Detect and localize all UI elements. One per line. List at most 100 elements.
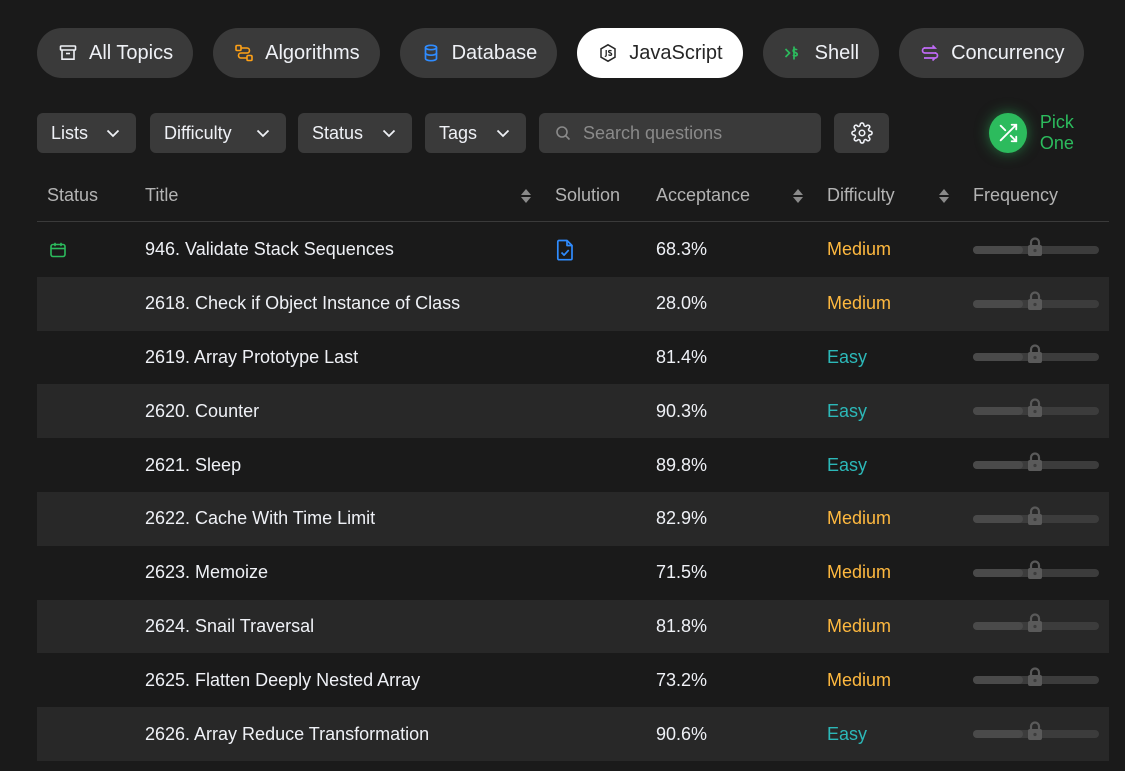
acceptance-rate: 90.3% <box>656 400 708 421</box>
search-input[interactable] <box>583 122 803 144</box>
topic-label: Algorithms <box>265 41 360 64</box>
frequency-cell <box>973 223 1099 277</box>
status-cell <box>49 223 67 277</box>
column-acceptance[interactable]: Acceptance <box>656 169 750 222</box>
problem-table: 946. Validate Stack Sequences 68.3% Medium… <box>37 223 1109 761</box>
lock-icon[interactable] <box>1024 451 1046 473</box>
problem-title-link[interactable]: 2626. Array Reduce Transformation <box>145 707 429 761</box>
column-solution: Solution <box>555 185 621 205</box>
table-row[interactable]: 2624. Snail Traversal 81.8% Medium <box>37 599 1109 654</box>
topic-shell[interactable]: Shell <box>762 28 880 78</box>
sort-icon[interactable] <box>520 188 532 204</box>
frequency-fill <box>973 299 1024 308</box>
frequency-fill <box>973 461 1024 470</box>
filter-toolbar: Lists Difficulty Status Tags Pick One <box>37 112 1109 153</box>
table-row[interactable]: 2620. Counter 90.3% Easy <box>37 384 1109 439</box>
acceptance-rate: 90.6% <box>656 723 708 744</box>
sort-icon[interactable] <box>792 188 804 204</box>
frequency-cell <box>973 546 1099 600</box>
lists-dropdown[interactable]: Lists <box>37 113 136 153</box>
difficulty-label: Easy <box>827 400 868 421</box>
column-title[interactable]: Title <box>145 169 178 222</box>
lock-icon[interactable] <box>1024 720 1046 742</box>
lock-icon[interactable] <box>1024 236 1046 258</box>
acceptance-rate: 68.3% <box>656 239 708 260</box>
lock-icon[interactable] <box>1024 290 1046 312</box>
lock-icon[interactable] <box>1024 612 1046 634</box>
frequency-fill <box>973 353 1024 362</box>
pick-one-button[interactable]: Pick One <box>989 112 1109 153</box>
table-row[interactable]: 2618. Check if Object Instance of Class 2… <box>37 276 1109 331</box>
topic-algorithms[interactable]: Algorithms <box>213 28 380 78</box>
table-row[interactable]: 2622. Cache With Time Limit 82.9% Medium <box>37 491 1109 546</box>
topic-concurrency[interactable]: Concurrency <box>899 28 1085 78</box>
frequency-bar <box>973 613 1099 633</box>
difficulty-dropdown[interactable]: Difficulty <box>150 113 286 153</box>
column-difficulty[interactable]: Difficulty <box>827 169 895 222</box>
table-row[interactable]: 2619. Array Prototype Last 81.4% Easy <box>37 331 1109 385</box>
settings-button[interactable] <box>834 113 889 153</box>
difficulty-label: Medium <box>827 239 892 260</box>
lock-icon[interactable] <box>1024 397 1046 419</box>
status-dropdown[interactable]: Status <box>298 113 412 153</box>
lock-icon[interactable] <box>1024 343 1046 365</box>
problem-title-link[interactable]: 2624. Snail Traversal <box>145 600 314 654</box>
acceptance-rate: 89.8% <box>656 454 708 475</box>
table-row[interactable]: 946. Validate Stack Sequences 68.3% Medium <box>37 223 1109 277</box>
column-status: Status <box>47 185 99 205</box>
frequency-cell <box>973 277 1099 331</box>
frequency-bar <box>973 291 1099 310</box>
acceptance-rate: 81.8% <box>656 615 708 636</box>
frequency-bar <box>973 237 1099 256</box>
problem-title-link[interactable]: 2622. Cache With Time Limit <box>145 492 375 546</box>
problem-title-link[interactable]: 2623. Memoize <box>145 546 268 600</box>
problem-title-link[interactable]: 946. Validate Stack Sequences <box>145 223 394 277</box>
lock-icon[interactable] <box>1024 666 1046 688</box>
difficulty-label: Easy <box>827 346 868 367</box>
chevron-down-icon <box>382 129 396 138</box>
table-row[interactable]: 2626. Array Reduce Transformation 90.6% Ea… <box>37 707 1109 761</box>
problem-title-link[interactable]: 2620. Counter <box>145 384 259 438</box>
frequency-cell <box>973 492 1099 546</box>
dropdown-label: Status <box>312 122 364 143</box>
shuffle-icon <box>989 113 1027 153</box>
solution-icon[interactable] <box>555 239 575 261</box>
acceptance-rate: 81.4% <box>656 346 708 367</box>
topic-label: Concurrency <box>951 41 1065 64</box>
frequency-cell <box>973 438 1099 492</box>
difficulty-label: Medium <box>827 293 892 314</box>
tags-dropdown[interactable]: Tags <box>425 113 526 153</box>
lock-icon[interactable] <box>1024 559 1046 581</box>
solution-cell[interactable] <box>555 223 575 277</box>
table-row[interactable]: 2621. Sleep 89.8% Easy <box>37 438 1109 492</box>
topic-label: Database <box>451 41 538 64</box>
frequency-cell <box>973 653 1099 707</box>
topic-label: All Topics <box>89 41 174 64</box>
topic-database[interactable]: Database <box>399 28 558 78</box>
frequency-fill <box>973 568 1024 577</box>
acceptance-rate: 73.2% <box>656 669 708 690</box>
lock-icon[interactable] <box>1024 505 1046 527</box>
frequency-fill <box>973 514 1024 523</box>
database-icon <box>421 43 441 63</box>
problem-title-link[interactable]: 2621. Sleep <box>145 438 241 492</box>
acceptance-rate: 71.5% <box>656 562 708 583</box>
frequency-fill <box>973 407 1024 416</box>
topic-all-topics[interactable]: All Topics <box>37 28 194 78</box>
table-row[interactable]: 2625. Flatten Deeply Nested Array 73.2% Me… <box>37 653 1109 707</box>
problem-title-link[interactable]: 2625. Flatten Deeply Nested Array <box>145 653 420 707</box>
problem-title-link[interactable]: 2619. Array Prototype Last <box>145 331 358 385</box>
topic-label: JavaScript <box>629 41 723 64</box>
sort-icon[interactable] <box>938 188 950 204</box>
column-frequency: Frequency <box>973 185 1059 205</box>
search-box <box>539 113 821 153</box>
table-row[interactable]: 2623. Memoize 71.5% Medium <box>37 546 1109 600</box>
frequency-cell <box>973 384 1099 438</box>
frequency-bar <box>973 721 1099 741</box>
frequency-fill <box>973 622 1024 631</box>
problem-title-link[interactable]: 2618. Check if Object Instance of Class <box>145 277 460 331</box>
frequency-bar <box>973 344 1099 364</box>
frequency-bar <box>973 452 1099 472</box>
topic-javascript[interactable]: JavaScript <box>577 28 743 78</box>
frequency-cell <box>973 331 1099 385</box>
